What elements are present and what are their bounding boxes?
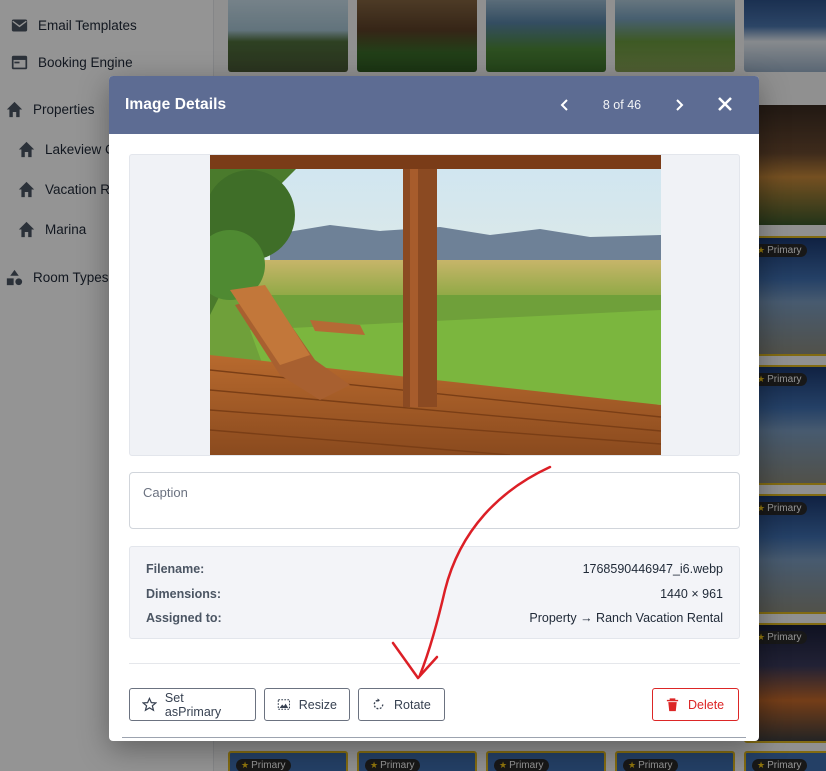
image-info-panel: Filename: 1768590446947_i6.webp Dimensio… — [129, 546, 740, 639]
info-row-filename: Filename: 1768590446947_i6.webp — [146, 562, 723, 576]
resize-label: Resize — [298, 697, 337, 712]
image-details-modal: Image Details 8 of 46 Caption Filename: … — [109, 76, 759, 741]
assigned-label: Assigned to: — [146, 611, 222, 625]
info-row-assigned: Assigned to: Property → Ranch Vacation R… — [146, 611, 723, 625]
set-primary-label: Set asPrimary — [164, 690, 222, 719]
chevron-right-icon — [676, 99, 684, 111]
chevron-left-icon — [560, 99, 568, 111]
info-row-dimensions: Dimensions: 1440 × 961 — [146, 587, 723, 601]
next-image-button[interactable] — [669, 95, 689, 115]
caption-input[interactable] — [129, 472, 740, 529]
rotate-button[interactable]: Rotate — [358, 688, 445, 721]
set-primary-button[interactable]: Set asPrimary — [129, 688, 256, 721]
modal-header: Image Details 8 of 46 — [109, 76, 759, 134]
divider — [122, 737, 746, 738]
close-button[interactable] — [716, 95, 736, 115]
previous-image-button[interactable] — [555, 95, 575, 115]
porch-photo — [210, 155, 661, 455]
rotate-label: Rotate — [394, 697, 431, 712]
image-preview-frame — [129, 154, 740, 456]
resize-icon — [277, 699, 291, 710]
delete-label: Delete — [688, 697, 725, 712]
trash-icon — [666, 698, 679, 712]
filename-label: Filename: — [146, 562, 205, 576]
assigned-value: Property → Ranch Vacation Rental — [529, 611, 723, 625]
close-icon — [718, 97, 732, 111]
modal-title: Image Details — [125, 96, 227, 113]
filename-value: 1768590446947_i6.webp — [582, 562, 723, 576]
dimensions-label: Dimensions: — [146, 587, 222, 601]
delete-button[interactable]: Delete — [652, 688, 739, 721]
star-icon — [142, 697, 157, 712]
image-counter: 8 of 46 — [602, 98, 642, 112]
divider — [129, 663, 740, 664]
dimensions-value: 1440 × 961 — [660, 587, 723, 601]
resize-button[interactable]: Resize — [264, 688, 350, 721]
rotate-icon — [373, 698, 384, 710]
image-preview — [210, 155, 661, 455]
